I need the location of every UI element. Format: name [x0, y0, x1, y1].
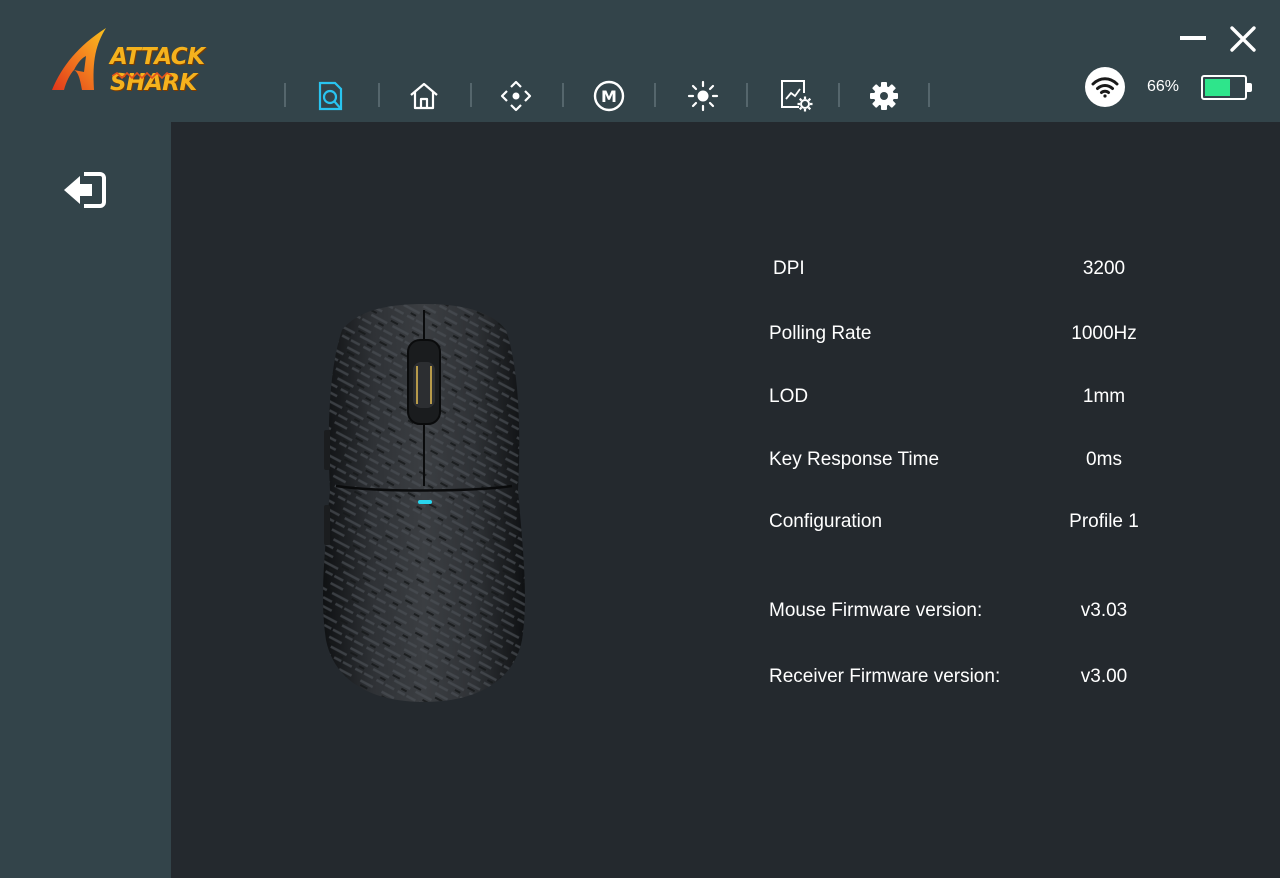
- gear-icon: [870, 82, 898, 110]
- info-label: LOD: [769, 386, 809, 407]
- info-value: v3.00: [1080, 666, 1128, 687]
- nav-divider: [470, 83, 472, 107]
- nav-divider: [838, 83, 840, 107]
- battery-indicator: [1201, 75, 1252, 100]
- info-value: v3.03: [1080, 600, 1128, 621]
- svg-text:M: M: [601, 87, 617, 106]
- nav-dpi[interactable]: [496, 76, 536, 116]
- nav-divider: [284, 83, 286, 107]
- info-value: 1000Hz: [1071, 323, 1137, 344]
- brand-logo: ATTACK SHARK: [48, 26, 298, 96]
- info-value: 0ms: [1086, 449, 1122, 470]
- sidebar: [0, 122, 171, 878]
- battery-percentage: 66%: [1147, 78, 1180, 95]
- sun-icon: [687, 80, 719, 112]
- nav-divider: [562, 83, 564, 107]
- home-icon: [410, 82, 438, 110]
- minimize-icon: [1180, 36, 1206, 40]
- info-label: Receiver Firmware version:: [769, 666, 1001, 687]
- info-value: 3200: [1082, 258, 1126, 279]
- crosshair-move-icon: [500, 80, 532, 112]
- connection-status: [1085, 67, 1125, 107]
- nav-home[interactable]: [404, 76, 444, 116]
- info-label: DPI: [773, 258, 805, 279]
- nav-performance[interactable]: [776, 76, 816, 116]
- brand-name: ATTACK SHARK: [110, 44, 205, 96]
- nav-divider: [746, 83, 748, 107]
- nav-divider: [378, 83, 380, 107]
- nav-info[interactable]: [310, 76, 350, 116]
- nav-lighting[interactable]: [683, 76, 723, 116]
- exit-arrow-icon: [64, 172, 106, 208]
- app-header: ATTACK SHARK M 66%: [0, 0, 1280, 122]
- minimize-button[interactable]: [1178, 24, 1208, 54]
- close-icon: [1230, 26, 1256, 52]
- nav-divider: [928, 83, 930, 107]
- info-label: Mouse Firmware version:: [769, 600, 983, 621]
- info-label: Key Response Time: [769, 449, 940, 470]
- info-value: Profile 1: [1069, 511, 1139, 532]
- info-label: Configuration: [769, 511, 883, 532]
- wifi-icon: [1091, 77, 1119, 98]
- macro-m-icon: M: [593, 80, 625, 112]
- nav-macro[interactable]: M: [589, 76, 629, 116]
- nav-divider: [654, 83, 656, 107]
- close-button[interactable]: [1228, 24, 1258, 54]
- exit-button[interactable]: [62, 170, 108, 210]
- battery-level: [1205, 79, 1231, 96]
- nav-settings[interactable]: [864, 76, 904, 116]
- info-label: Polling Rate: [769, 323, 872, 344]
- info-value: 1mm: [1082, 386, 1126, 407]
- search-document-icon: [318, 81, 343, 111]
- mouse-product-image: [318, 300, 530, 710]
- chart-settings-icon: [781, 80, 813, 112]
